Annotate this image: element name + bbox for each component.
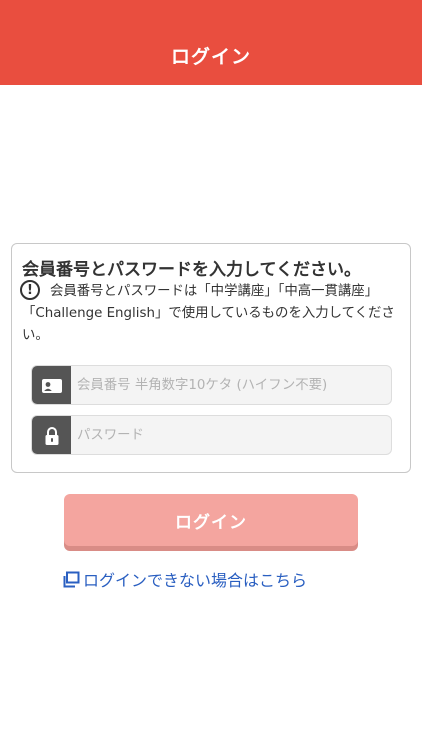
login-button[interactable]: ログイン: [64, 494, 358, 546]
login-card: 会員番号とパスワードを入力してください。 ! 会員番号とパスワードは「中学講座」…: [11, 243, 411, 473]
login-help-link[interactable]: ログインできない場合はこちら: [63, 568, 307, 590]
login-help-link-label: ログインできない場合はこちら: [83, 571, 308, 590]
app-header: ログイン: [0, 0, 422, 85]
password-input[interactable]: [71, 416, 391, 454]
member-number-input[interactable]: [71, 366, 391, 404]
external-window-icon: [63, 571, 80, 587]
lock-icon: [32, 416, 71, 454]
password-field: [31, 415, 392, 455]
card-heading: 会員番号とパスワードを入力してください。: [22, 260, 361, 280]
id-card-icon: [32, 366, 71, 404]
member-number-field: [31, 365, 392, 405]
page-title: ログイン: [170, 45, 251, 68]
notice-text: 会員番号とパスワードは「中学講座」「中高一貫講座」「Challenge Engl…: [22, 284, 395, 343]
